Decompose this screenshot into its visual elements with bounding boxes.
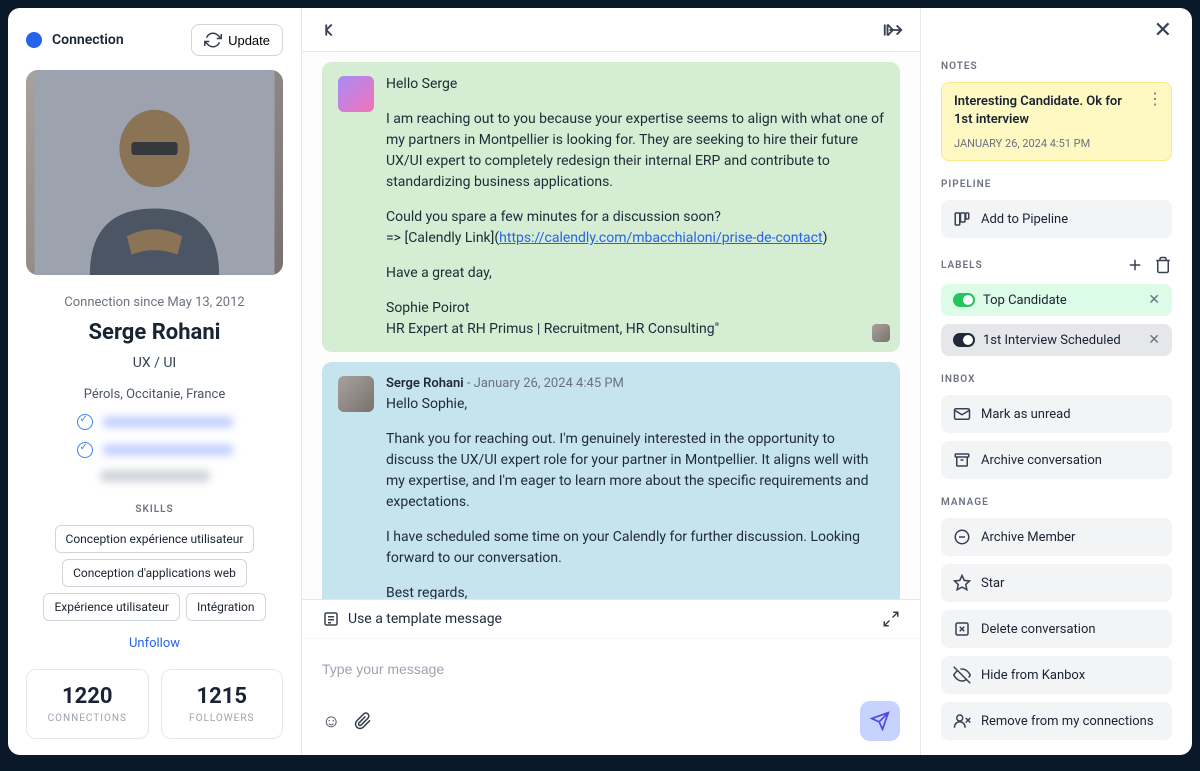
close-icon[interactable]: ✕ — [1154, 18, 1172, 43]
label-toggle-icon — [953, 333, 975, 347]
skill-chip[interactable]: Intégration — [186, 593, 266, 621]
verified-icon — [77, 442, 93, 458]
followers-count: 1215 — [170, 684, 275, 709]
chat-panel: Hello Serge I am reaching out to you bec… — [302, 8, 920, 755]
connections-label: CONNECTIONS — [35, 713, 140, 724]
label-toggle-icon — [953, 293, 975, 307]
msg-greeting: Hello Sophie, — [386, 394, 884, 415]
delete-icon — [953, 620, 971, 638]
read-receipt-avatar — [872, 324, 890, 342]
status-dot-icon — [26, 32, 42, 48]
msg-closing: Have a great day, — [386, 263, 884, 284]
redacted-email — [103, 416, 233, 428]
back-icon[interactable] — [318, 19, 340, 41]
message-incoming: Serge Rohani - January 26, 2024 4:45 PM … — [322, 362, 900, 599]
connections-stat: 1220 CONNECTIONS — [26, 669, 149, 739]
pipeline-icon — [953, 210, 971, 228]
mail-icon — [953, 405, 971, 423]
inbox-header: INBOX — [941, 374, 1172, 385]
redacted-phone — [103, 444, 233, 456]
note-date: JANUARY 26, 2024 4:51 PM — [954, 137, 1159, 150]
add-label-icon[interactable] — [1126, 256, 1144, 274]
connection-badge: Connection — [26, 32, 124, 48]
connection-label: Connection — [52, 32, 124, 48]
hide-from-kanbox-button[interactable]: Hide from Kanbox — [941, 656, 1172, 694]
archive-conversation-button[interactable]: Archive conversation — [941, 441, 1172, 479]
expand-icon[interactable] — [882, 610, 900, 628]
remove-label-icon[interactable]: ✕ — [1148, 332, 1160, 348]
remove-connection-button[interactable]: Remove from my connections — [941, 702, 1172, 740]
msg-greeting: Hello Serge — [386, 74, 884, 95]
skills-list: Conception expérience utilisateur Concep… — [26, 525, 283, 621]
star-button[interactable]: Star — [941, 564, 1172, 602]
msg-paragraph: Thank you for reaching out. I'm genuinel… — [386, 429, 884, 513]
redacted-field — [100, 470, 210, 482]
message-outgoing: Hello Serge I am reaching out to you bec… — [322, 62, 900, 352]
archive-member-icon — [953, 528, 971, 546]
connection-since: Connection since May 13, 2012 — [26, 295, 283, 310]
sender-avatar — [338, 76, 374, 112]
emoji-icon[interactable]: ☺ — [322, 711, 340, 732]
labels-header: LABELS — [941, 260, 983, 271]
skills-header: SKILLS — [26, 504, 283, 515]
msg-paragraph: I have scheduled some time on your Calen… — [386, 527, 884, 569]
verified-phone-row — [26, 442, 283, 458]
archive-member-button[interactable]: Archive Member — [941, 518, 1172, 556]
connections-count: 1220 — [35, 684, 140, 709]
note-text: Interesting Candidate. Ok for 1st interv… — [954, 93, 1159, 129]
template-icon — [322, 610, 340, 628]
profile-name: Serge Rohani — [26, 320, 283, 345]
followers-stat: 1215 FOLLOWERS — [161, 669, 284, 739]
skill-chip[interactable]: Conception expérience utilisateur — [55, 525, 255, 553]
notes-header: NOTES — [941, 61, 1172, 72]
mark-unread-button[interactable]: Mark as unread — [941, 395, 1172, 433]
send-button[interactable] — [860, 701, 900, 741]
send-icon — [870, 711, 890, 731]
pipeline-header: PIPELINE — [941, 179, 1172, 190]
redacted-row — [26, 470, 283, 482]
msg-paragraph: I am reaching out to you because your ex… — [386, 109, 884, 193]
star-icon — [953, 574, 971, 592]
msg-meta: Serge Rohani - January 26, 2024 4:45 PM — [386, 374, 884, 394]
profile-role: UX / UI — [26, 355, 283, 371]
unfollow-button[interactable]: Unfollow — [119, 630, 190, 657]
hide-icon — [953, 666, 971, 684]
label-interview-scheduled[interactable]: 1st Interview Scheduled ✕ — [941, 324, 1172, 356]
profile-location: Pérols, Occitanie, France — [26, 387, 283, 402]
profile-avatar — [26, 70, 283, 275]
profile-panel: Connection Update Connection since May 1… — [8, 8, 302, 755]
update-button[interactable]: Update — [191, 24, 283, 56]
note-menu-icon[interactable]: ⋮ — [1147, 91, 1163, 107]
template-message-button[interactable]: Use a template message — [322, 610, 502, 628]
delete-label-icon[interactable] — [1154, 256, 1172, 274]
followers-label: FOLLOWERS — [170, 713, 275, 724]
verified-email-row — [26, 414, 283, 430]
archive-icon — [953, 451, 971, 469]
message-input[interactable] — [322, 649, 900, 689]
forward-icon[interactable] — [882, 19, 904, 41]
manage-header: MANAGE — [941, 497, 1172, 508]
skill-chip[interactable]: Expérience utilisateur — [43, 593, 179, 621]
sender-avatar — [338, 376, 374, 412]
msg-signature: Best regards,Serge — [386, 583, 884, 600]
attachment-icon[interactable] — [354, 712, 372, 730]
skill-chip[interactable]: Conception d'applications web — [62, 559, 247, 587]
msg-signature: Sophie PoirotHR Expert at RH Primus | Re… — [386, 298, 884, 340]
msg-paragraph: Could you spare a few minutes for a disc… — [386, 207, 884, 249]
label-top-candidate[interactable]: Top Candidate ✕ — [941, 284, 1172, 316]
remove-label-icon[interactable]: ✕ — [1148, 292, 1160, 308]
remove-user-icon — [953, 712, 971, 730]
verified-icon — [77, 414, 93, 430]
refresh-icon — [204, 31, 222, 49]
add-to-pipeline-button[interactable]: Add to Pipeline — [941, 200, 1172, 238]
details-panel: ✕ NOTES Interesting Candidate. Ok for 1s… — [920, 8, 1192, 755]
calendly-link[interactable]: https://calendly.com/mbacchialoni/prise-… — [499, 230, 822, 246]
note-card: Interesting Candidate. Ok for 1st interv… — [941, 82, 1172, 161]
delete-conversation-button[interactable]: Delete conversation — [941, 610, 1172, 648]
